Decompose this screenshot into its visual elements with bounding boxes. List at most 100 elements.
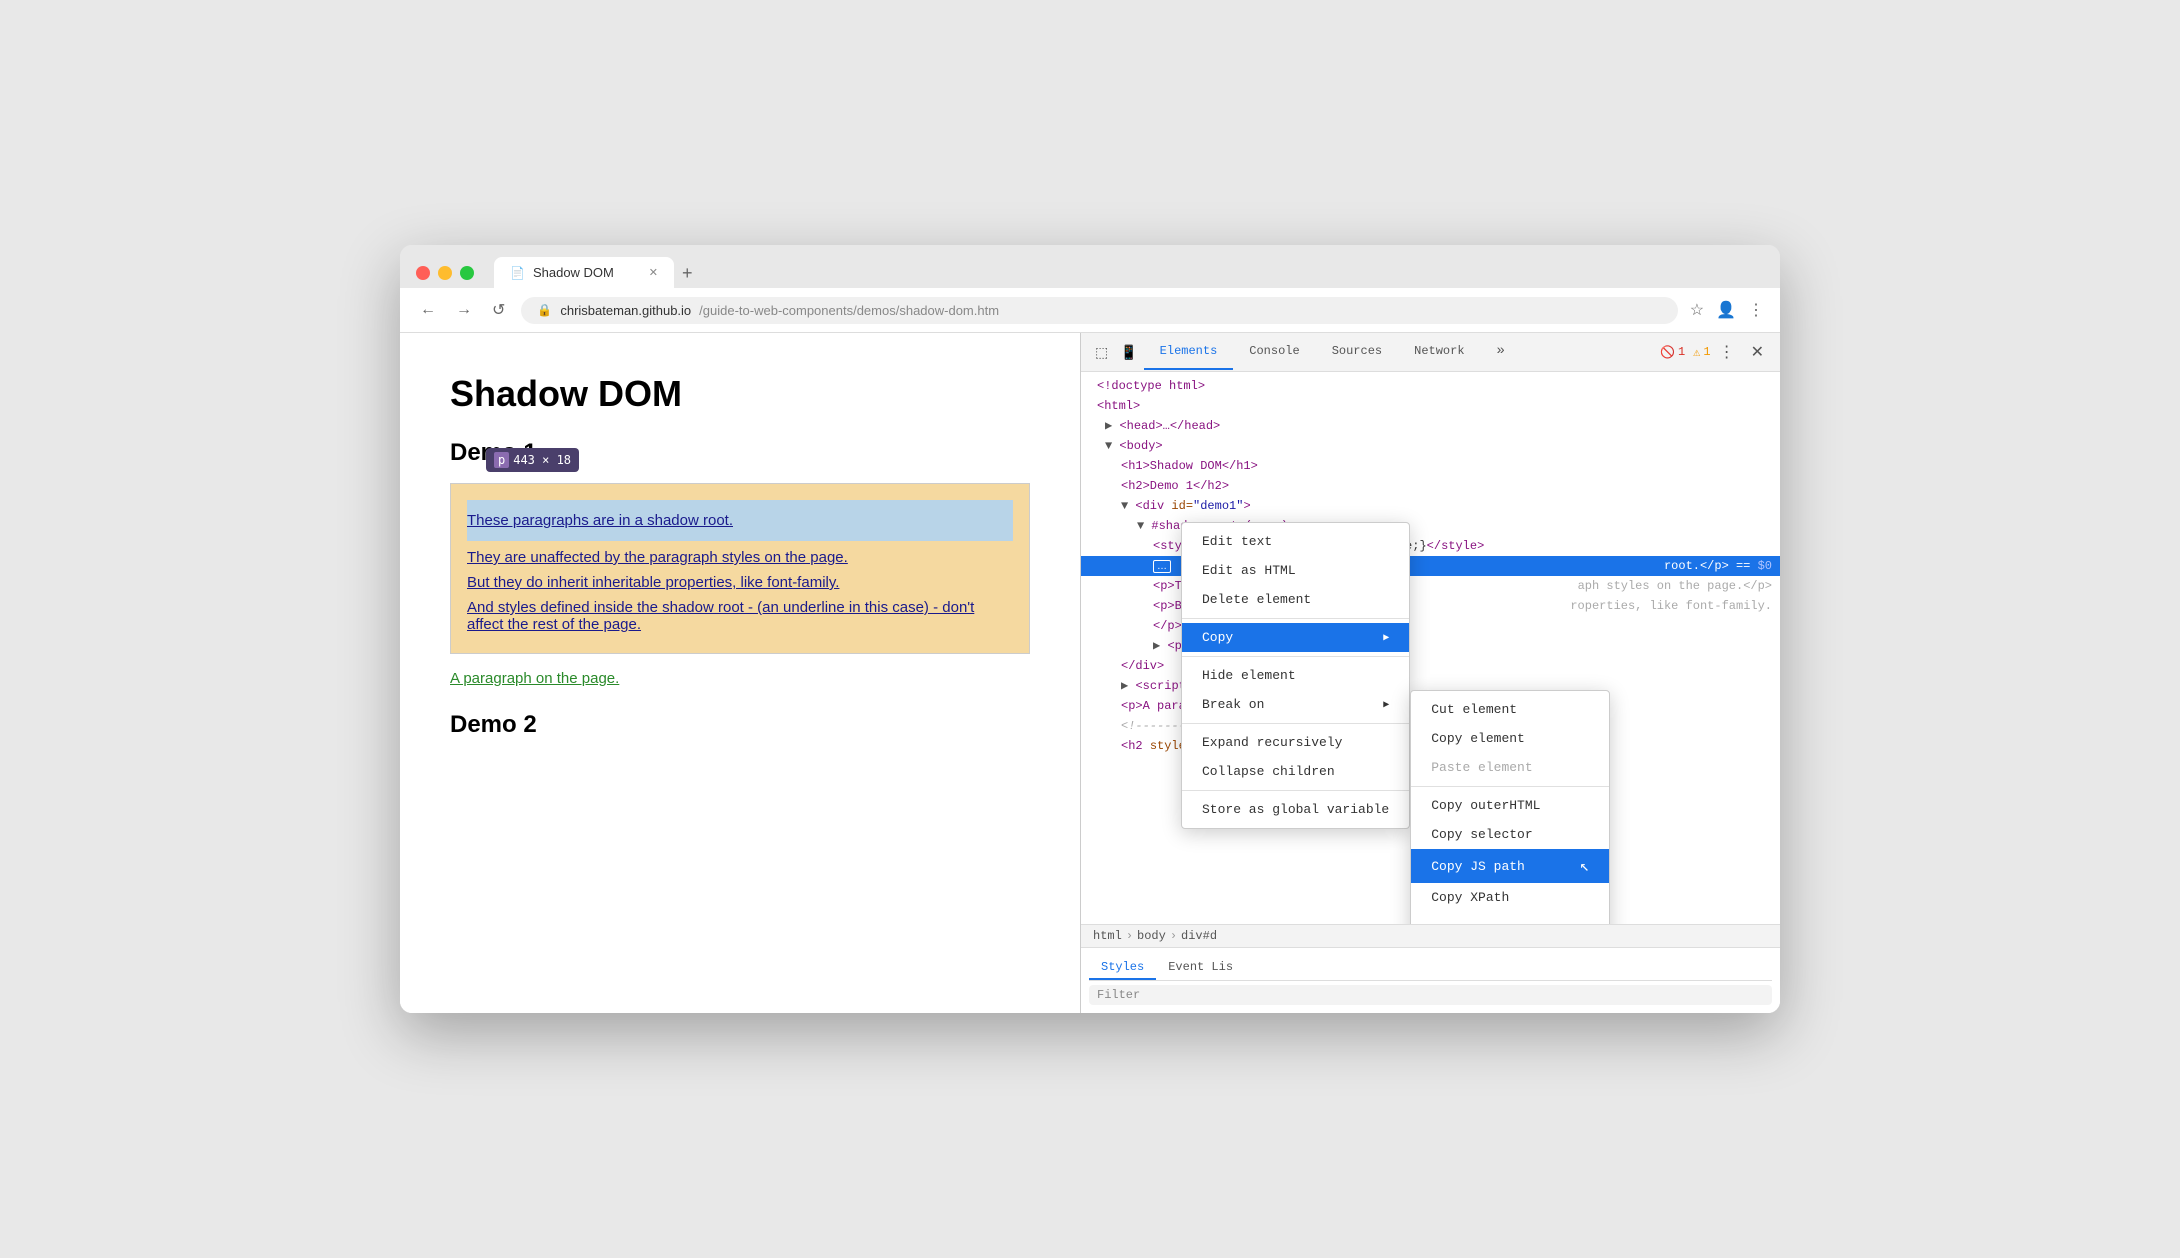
element-tooltip: p 443 × 18 bbox=[486, 448, 579, 472]
styles-tabs: Styles Event Lis bbox=[1089, 956, 1772, 981]
menu-divider-4 bbox=[1182, 790, 1409, 791]
tab-event-listeners[interactable]: Event Lis bbox=[1156, 956, 1245, 980]
menu-divider-2 bbox=[1182, 656, 1409, 657]
div-tag: <div bbox=[1135, 499, 1171, 513]
body-tag: <body> bbox=[1119, 439, 1162, 453]
menu-item-edit-html[interactable]: Edit as HTML bbox=[1182, 556, 1409, 585]
avatar-button[interactable]: 👤 bbox=[1716, 300, 1736, 320]
copy-submenu-arrow: ▶ bbox=[1383, 632, 1389, 644]
forward-button[interactable]: → bbox=[452, 297, 476, 323]
dom-body[interactable]: ▼ <body> bbox=[1081, 436, 1780, 456]
breadcrumb-div[interactable]: div#d bbox=[1181, 929, 1217, 943]
dom-h2[interactable]: <h2>Demo 1</h2> bbox=[1081, 476, 1780, 496]
menu-item-edit-text[interactable]: Edit text bbox=[1182, 527, 1409, 556]
dom-tree[interactable]: <!doctype html> <html> ▶ <head>…</head> … bbox=[1081, 372, 1780, 924]
div-triangle[interactable]: ▼ bbox=[1121, 499, 1128, 513]
head-triangle[interactable]: ▶ bbox=[1105, 419, 1112, 433]
error-count: 🚫 1 bbox=[1660, 345, 1685, 360]
p-triangle[interactable]: ▶ bbox=[1153, 639, 1160, 653]
doctype-text: <!doctype html> bbox=[1097, 379, 1205, 393]
reload-button[interactable]: ↺ bbox=[488, 296, 509, 324]
tab-page-icon: 📄 bbox=[510, 266, 525, 280]
menu-item-expand[interactable]: Expand recursively bbox=[1182, 728, 1409, 757]
close-button[interactable] bbox=[416, 266, 430, 280]
page-content: Shadow DOM Demo 1 p 443 × 18 These parag… bbox=[400, 333, 1080, 1013]
tab-styles[interactable]: Styles bbox=[1089, 956, 1156, 980]
url-bar[interactable]: 🔒 chrisbateman.github.io /guide-to-web-c… bbox=[521, 297, 1677, 324]
submenu-divider bbox=[1411, 786, 1609, 787]
url-path: /guide-to-web-components/demos/shadow-do… bbox=[699, 303, 999, 318]
shadow-para-1: These paragraphs are in a shadow root. bbox=[467, 508, 1013, 533]
menu-item-store[interactable]: Store as global variable bbox=[1182, 795, 1409, 824]
bookmark-button[interactable]: ☆ bbox=[1690, 300, 1704, 320]
menu-button[interactable]: ⋮ bbox=[1748, 300, 1764, 320]
menu-item-copy[interactable]: Copy ▶ bbox=[1182, 623, 1409, 652]
new-tab-button[interactable]: + bbox=[674, 259, 701, 288]
inspector-icon[interactable]: ⬚ bbox=[1089, 336, 1114, 369]
submenu-cut[interactable]: Cut element bbox=[1411, 695, 1609, 724]
submenu-selector[interactable]: Copy selector bbox=[1411, 820, 1609, 849]
error-icon: 🚫 bbox=[1660, 345, 1675, 360]
body-triangle[interactable]: ▼ bbox=[1105, 439, 1112, 453]
browser-tab[interactable]: 📄 Shadow DOM ✕ bbox=[494, 257, 674, 288]
dom-html[interactable]: <html> bbox=[1081, 396, 1780, 416]
filter-label: Filter bbox=[1097, 988, 1140, 1002]
context-menu[interactable]: Edit text Edit as HTML Delete element Co… bbox=[1181, 522, 1410, 829]
devtools-close-button[interactable]: ✕ bbox=[1743, 338, 1772, 366]
breadcrumb-html[interactable]: html bbox=[1093, 929, 1122, 943]
minimize-button[interactable] bbox=[438, 266, 452, 280]
h2-tag: <h2>Demo 1</h2> bbox=[1121, 479, 1229, 493]
address-bar: ← → ↺ 🔒 chrisbateman.github.io /guide-to… bbox=[400, 288, 1780, 333]
styles-panel: Styles Event Lis Filter bbox=[1081, 947, 1780, 1013]
shadow-demo-box: These paragraphs are in a shadow root. T… bbox=[450, 483, 1030, 654]
submenu-xpath[interactable]: Copy XPath bbox=[1411, 883, 1609, 912]
tab-sources[interactable]: Sources bbox=[1316, 334, 1398, 370]
dom-breadcrumb: html › body › div#d bbox=[1081, 924, 1780, 947]
warn-count: ⚠ 1 bbox=[1693, 345, 1710, 360]
styles-filter[interactable]: Filter bbox=[1089, 985, 1772, 1005]
script-triangle[interactable]: ▶ bbox=[1121, 679, 1128, 693]
menu-item-delete[interactable]: Delete element bbox=[1182, 585, 1409, 614]
tab-close-button[interactable]: ✕ bbox=[649, 266, 658, 279]
submenu-copy-element[interactable]: Copy element bbox=[1411, 724, 1609, 753]
tab-network[interactable]: Network bbox=[1398, 334, 1480, 370]
menu-divider-1 bbox=[1182, 618, 1409, 619]
menu-item-collapse[interactable]: Collapse children bbox=[1182, 757, 1409, 786]
h1-tag: <h1>Shadow DOM</h1> bbox=[1121, 459, 1258, 473]
shadow-para-4: And styles defined inside the shadow roo… bbox=[467, 595, 1013, 637]
devtools-settings-icon[interactable]: ⋮ bbox=[1711, 338, 1743, 366]
menu-item-break[interactable]: Break on ▶ bbox=[1182, 690, 1409, 719]
shadow-triangle[interactable]: ▼ bbox=[1137, 519, 1144, 533]
device-toolbar-icon[interactable]: 📱 bbox=[1114, 336, 1143, 369]
shadow-selected-para: These paragraphs are in a shadow root. bbox=[467, 500, 1013, 541]
dom-head[interactable]: ▶ <head>…</head> bbox=[1081, 416, 1780, 436]
tab-elements[interactable]: Elements bbox=[1144, 334, 1234, 370]
tab-console[interactable]: Console bbox=[1233, 334, 1315, 370]
js-path-label: Copy JS path bbox=[1431, 859, 1525, 874]
submenu-outer-html[interactable]: Copy outerHTML bbox=[1411, 791, 1609, 820]
ellipsis-button[interactable]: … bbox=[1153, 560, 1171, 573]
dom-h1[interactable]: <h1>Shadow DOM</h1> bbox=[1081, 456, 1780, 476]
dom-div[interactable]: ▼ <div id="demo1"> bbox=[1081, 496, 1780, 516]
shadow-para-3: But they do inherit inheritable properti… bbox=[467, 570, 1013, 595]
submenu-js-path[interactable]: Copy JS path ↖ bbox=[1411, 849, 1609, 883]
tooltip-tag: p bbox=[494, 452, 509, 468]
break-submenu-arrow: ▶ bbox=[1383, 699, 1389, 711]
tooltip-size: 443 × 18 bbox=[513, 453, 571, 467]
copy-submenu[interactable]: Cut element Copy element Paste element C… bbox=[1410, 690, 1610, 924]
main-content: Shadow DOM Demo 1 p 443 × 18 These parag… bbox=[400, 333, 1780, 1013]
cursor-indicator: ↖ bbox=[1580, 856, 1590, 876]
page-title: Shadow DOM bbox=[450, 373, 1030, 415]
break-label: Break on bbox=[1202, 697, 1264, 712]
context-menu-container: Edit text Edit as HTML Delete element Co… bbox=[1181, 522, 1610, 829]
submenu-paste: Paste element bbox=[1411, 753, 1609, 782]
breadcrumb-body[interactable]: body bbox=[1137, 929, 1166, 943]
title-bar: 📄 Shadow DOM ✕ + bbox=[400, 245, 1780, 288]
browser-window: 📄 Shadow DOM ✕ + ← → ↺ 🔒 chrisbateman.gi… bbox=[400, 245, 1780, 1013]
maximize-button[interactable] bbox=[460, 266, 474, 280]
menu-item-hide[interactable]: Hide element bbox=[1182, 661, 1409, 690]
back-button[interactable]: ← bbox=[416, 297, 440, 323]
dom-doctype: <!doctype html> bbox=[1081, 376, 1780, 396]
tab-title: Shadow DOM bbox=[533, 265, 614, 280]
tab-more[interactable]: » bbox=[1481, 333, 1521, 371]
